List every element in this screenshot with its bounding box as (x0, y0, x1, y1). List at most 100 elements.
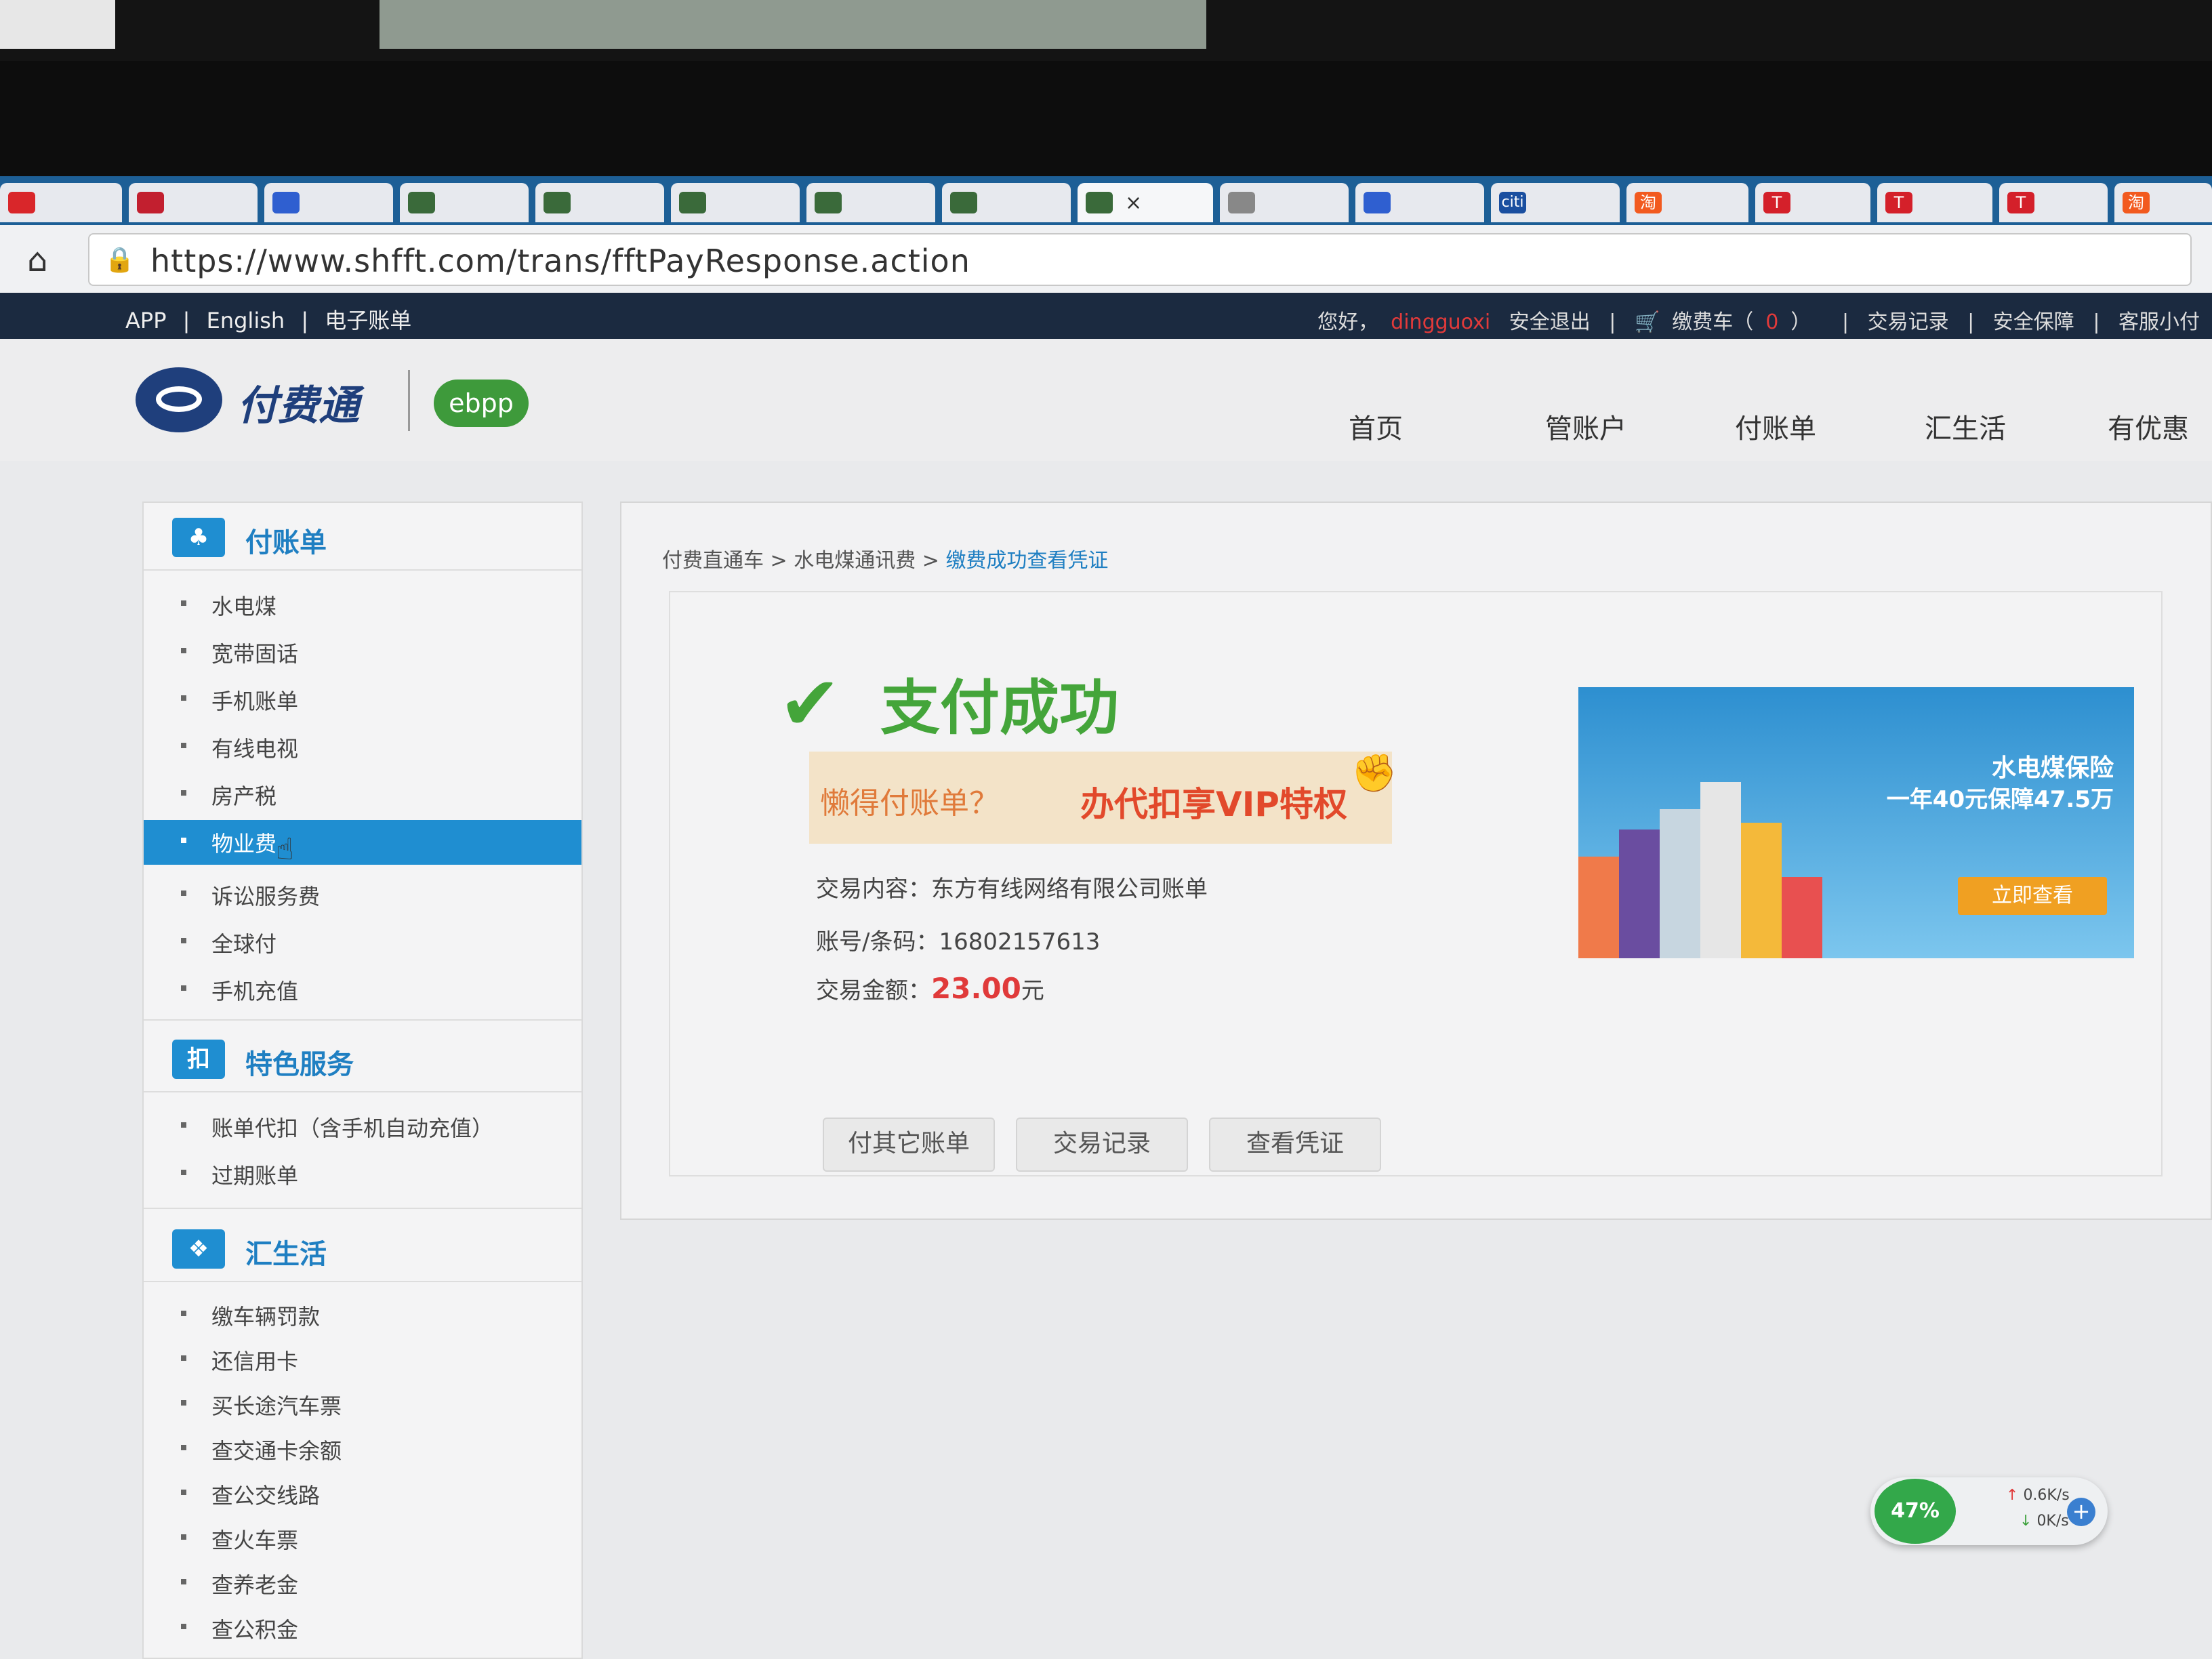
ad-view-button[interactable]: 立即查看 (1958, 877, 2107, 915)
insurance-ad[interactable]: 水电煤保险 一年40元保障47.5万 立即查看 (1578, 687, 2134, 958)
breadcrumb-item[interactable]: 付费直通车 (662, 549, 764, 573)
service-link[interactable]: 客服小付 (2118, 310, 2200, 334)
browser-window: × citi 淘 T T T 淘 ⌂ 🔒 https://www.shfft.c… (0, 176, 2212, 1659)
browser-tab[interactable] (806, 183, 935, 222)
background-pane (0, 0, 115, 49)
success-title: 支付成功 (880, 673, 1120, 743)
home-icon[interactable]: ⌂ (27, 241, 47, 279)
boost-icon[interactable]: + (2067, 1498, 2095, 1526)
tab-bar: × citi 淘 T T T 淘 (0, 176, 2212, 225)
browser-tab[interactable]: 淘 (1626, 183, 1748, 222)
promo-question: 懒得付账单？ (820, 786, 999, 821)
sidebar-item[interactable]: 房产税 (144, 773, 581, 813)
sidebar-section-special[interactable]: 扣 特色服务 (144, 1025, 581, 1091)
sidebar-item[interactable]: 过期账单 (144, 1152, 581, 1193)
upload-speed: ↑ 0.6K/s (2006, 1487, 2070, 1504)
browser-tab[interactable]: citi (1491, 183, 1620, 222)
browser-tab[interactable]: T (1877, 183, 1992, 222)
records-link[interactable]: 交易记录 (1868, 310, 1949, 334)
sidebar-item[interactable]: 买长途汽车票 (144, 1382, 581, 1423)
nav-life[interactable]: 汇生活 (1925, 407, 2006, 446)
sidebar-section-pay-bills[interactable]: ♣ 付账单 (144, 503, 581, 569)
nav-offers[interactable]: 有优惠 (2108, 407, 2189, 446)
logout-link[interactable]: 安全退出 (1509, 310, 1591, 334)
sidebar-item[interactable]: 手机账单 (144, 678, 581, 718)
cart-link[interactable]: 缴费车（ 0） (1672, 310, 1823, 334)
breadcrumb-current: 缴费成功查看凭证 (945, 549, 1109, 573)
ebill-link[interactable]: 电子账单 (325, 308, 411, 333)
transaction-records-button[interactable]: 交易记录 (1016, 1118, 1188, 1172)
browser-tab[interactable] (400, 183, 529, 222)
close-tab-icon[interactable]: × (1125, 191, 1142, 215)
logo-text[interactable]: 付费通 (237, 373, 359, 432)
divider (144, 1208, 581, 1209)
view-receipt-button[interactable]: 查看凭证 (1209, 1118, 1381, 1172)
pay-other-bills-button[interactable]: 付其它账单 (823, 1118, 995, 1172)
sidebar-item[interactable]: 缴车辆罚款 (144, 1293, 581, 1334)
address-bar: ⌂ 🔒 https://www.shfft.com/trans/fftPayRe… (0, 225, 2212, 294)
sidebar-item[interactable]: 查公交线路 (144, 1472, 581, 1513)
browser-tab-active[interactable]: × (1078, 183, 1213, 222)
sidebar-item[interactable]: 全球付 (144, 920, 581, 961)
sidebar-item[interactable]: 有线电视 (144, 725, 581, 766)
browser-tab[interactable] (129, 183, 258, 222)
sidebar-item[interactable]: 诉讼服务费 (144, 873, 581, 914)
separator: | (182, 308, 190, 333)
sidebar-item[interactable]: 查公积金 (144, 1606, 581, 1647)
site-header: 付费通 ebpp 首页 管账户 付账单 汇生活 有优惠 (0, 339, 2212, 461)
document-icon (1228, 192, 1255, 213)
sidebar-item[interactable]: 水电煤 (144, 583, 581, 623)
separator: | (301, 308, 309, 333)
vip-promo-banner[interactable]: 懒得付账单？ 办代扣享VIP特权 ✊ (809, 752, 1397, 844)
nav-home[interactable]: 首页 (1349, 407, 1403, 446)
sidebar-item[interactable]: 查交通卡余额 (144, 1427, 581, 1468)
browser-tab[interactable] (1355, 183, 1484, 222)
sidebar-item[interactable]: 账单代扣（含手机自动充值） (144, 1105, 581, 1145)
browser-tab[interactable] (942, 183, 1071, 222)
divider (144, 569, 581, 571)
breadcrumb-item[interactable]: 水电煤通讯费 (794, 549, 916, 573)
train-icon (408, 192, 435, 213)
network-speed-widget[interactable]: 47% ↑ 0.6K/s ↓ 0K/s + (1870, 1477, 2108, 1545)
username[interactable]: dingguoxi (1391, 310, 1490, 334)
checkmark-icon: ✔ (779, 660, 842, 747)
browser-tab[interactable]: T (1999, 183, 2108, 222)
url-field[interactable]: 🔒 https://www.shfft.com/trans/fftPayResp… (88, 233, 2192, 286)
browser-tab[interactable]: 淘 (2114, 183, 2212, 222)
train-icon (679, 192, 706, 213)
life-icon: ❖ (172, 1229, 225, 1269)
logo-icon[interactable] (136, 367, 222, 432)
breadcrumb: 付费直通车 > 水电煤通讯费 > 缴费成功查看凭证 (662, 549, 1109, 573)
nav-accounts[interactable]: 管账户 (1545, 407, 1626, 446)
browser-tab[interactable] (1220, 183, 1349, 222)
security-link[interactable]: 安全保障 (1993, 310, 2074, 334)
english-link[interactable]: English (207, 308, 285, 333)
divider (144, 1281, 581, 1282)
user-links: 您好， dingguoxi 安全退出 | 🛒 缴费车（ 0） | 交易记录 | 安全保… (1317, 310, 2200, 334)
sidebar-section-life[interactable]: ❖ 汇生活 (144, 1214, 581, 1281)
sidebar-item[interactable]: 还信用卡 (144, 1338, 581, 1378)
usage-percent: 47% (1875, 1479, 1956, 1544)
transaction-amount: 交易金额：23.00元 (816, 972, 1044, 1005)
sidebar-item[interactable]: 查养老金 (144, 1561, 581, 1602)
sidebar-item[interactable]: 宽带固话 (144, 630, 581, 671)
tmall-icon: T (2007, 192, 2034, 213)
ad-subtitle: 一年40元保障47.5万 (1886, 786, 2114, 813)
red-c-icon (8, 192, 35, 213)
browser-tab[interactable]: T (1755, 183, 1870, 222)
browser-tab[interactable] (535, 183, 664, 222)
sidebar-item-active[interactable]: 物业费 ☝ (144, 820, 581, 867)
result-box: ✔ 支付成功 懒得付账单？ 办代扣享VIP特权 ✊ 交易内容：东方有线网络有限公… (669, 591, 2163, 1176)
hand-cursor-icon: ☝ (276, 832, 294, 867)
nav-pay-bills[interactable]: 付账单 (1735, 407, 1816, 446)
cart-icon: 🛒 (1634, 310, 1660, 334)
promo-offer: 办代扣享VIP特权 (1080, 785, 1347, 824)
browser-tab[interactable] (0, 183, 122, 222)
sidebar-item[interactable]: 手机充值 (144, 968, 581, 1008)
browser-tab[interactable] (671, 183, 800, 222)
lock-icon: 🔒 (104, 246, 135, 274)
app-link[interactable]: APP (125, 308, 166, 333)
browser-tab[interactable] (264, 183, 393, 222)
sidebar-item[interactable]: 查火车票 (144, 1517, 581, 1557)
url-text[interactable]: https://www.shfft.com/trans/fftPayRespon… (150, 243, 970, 279)
